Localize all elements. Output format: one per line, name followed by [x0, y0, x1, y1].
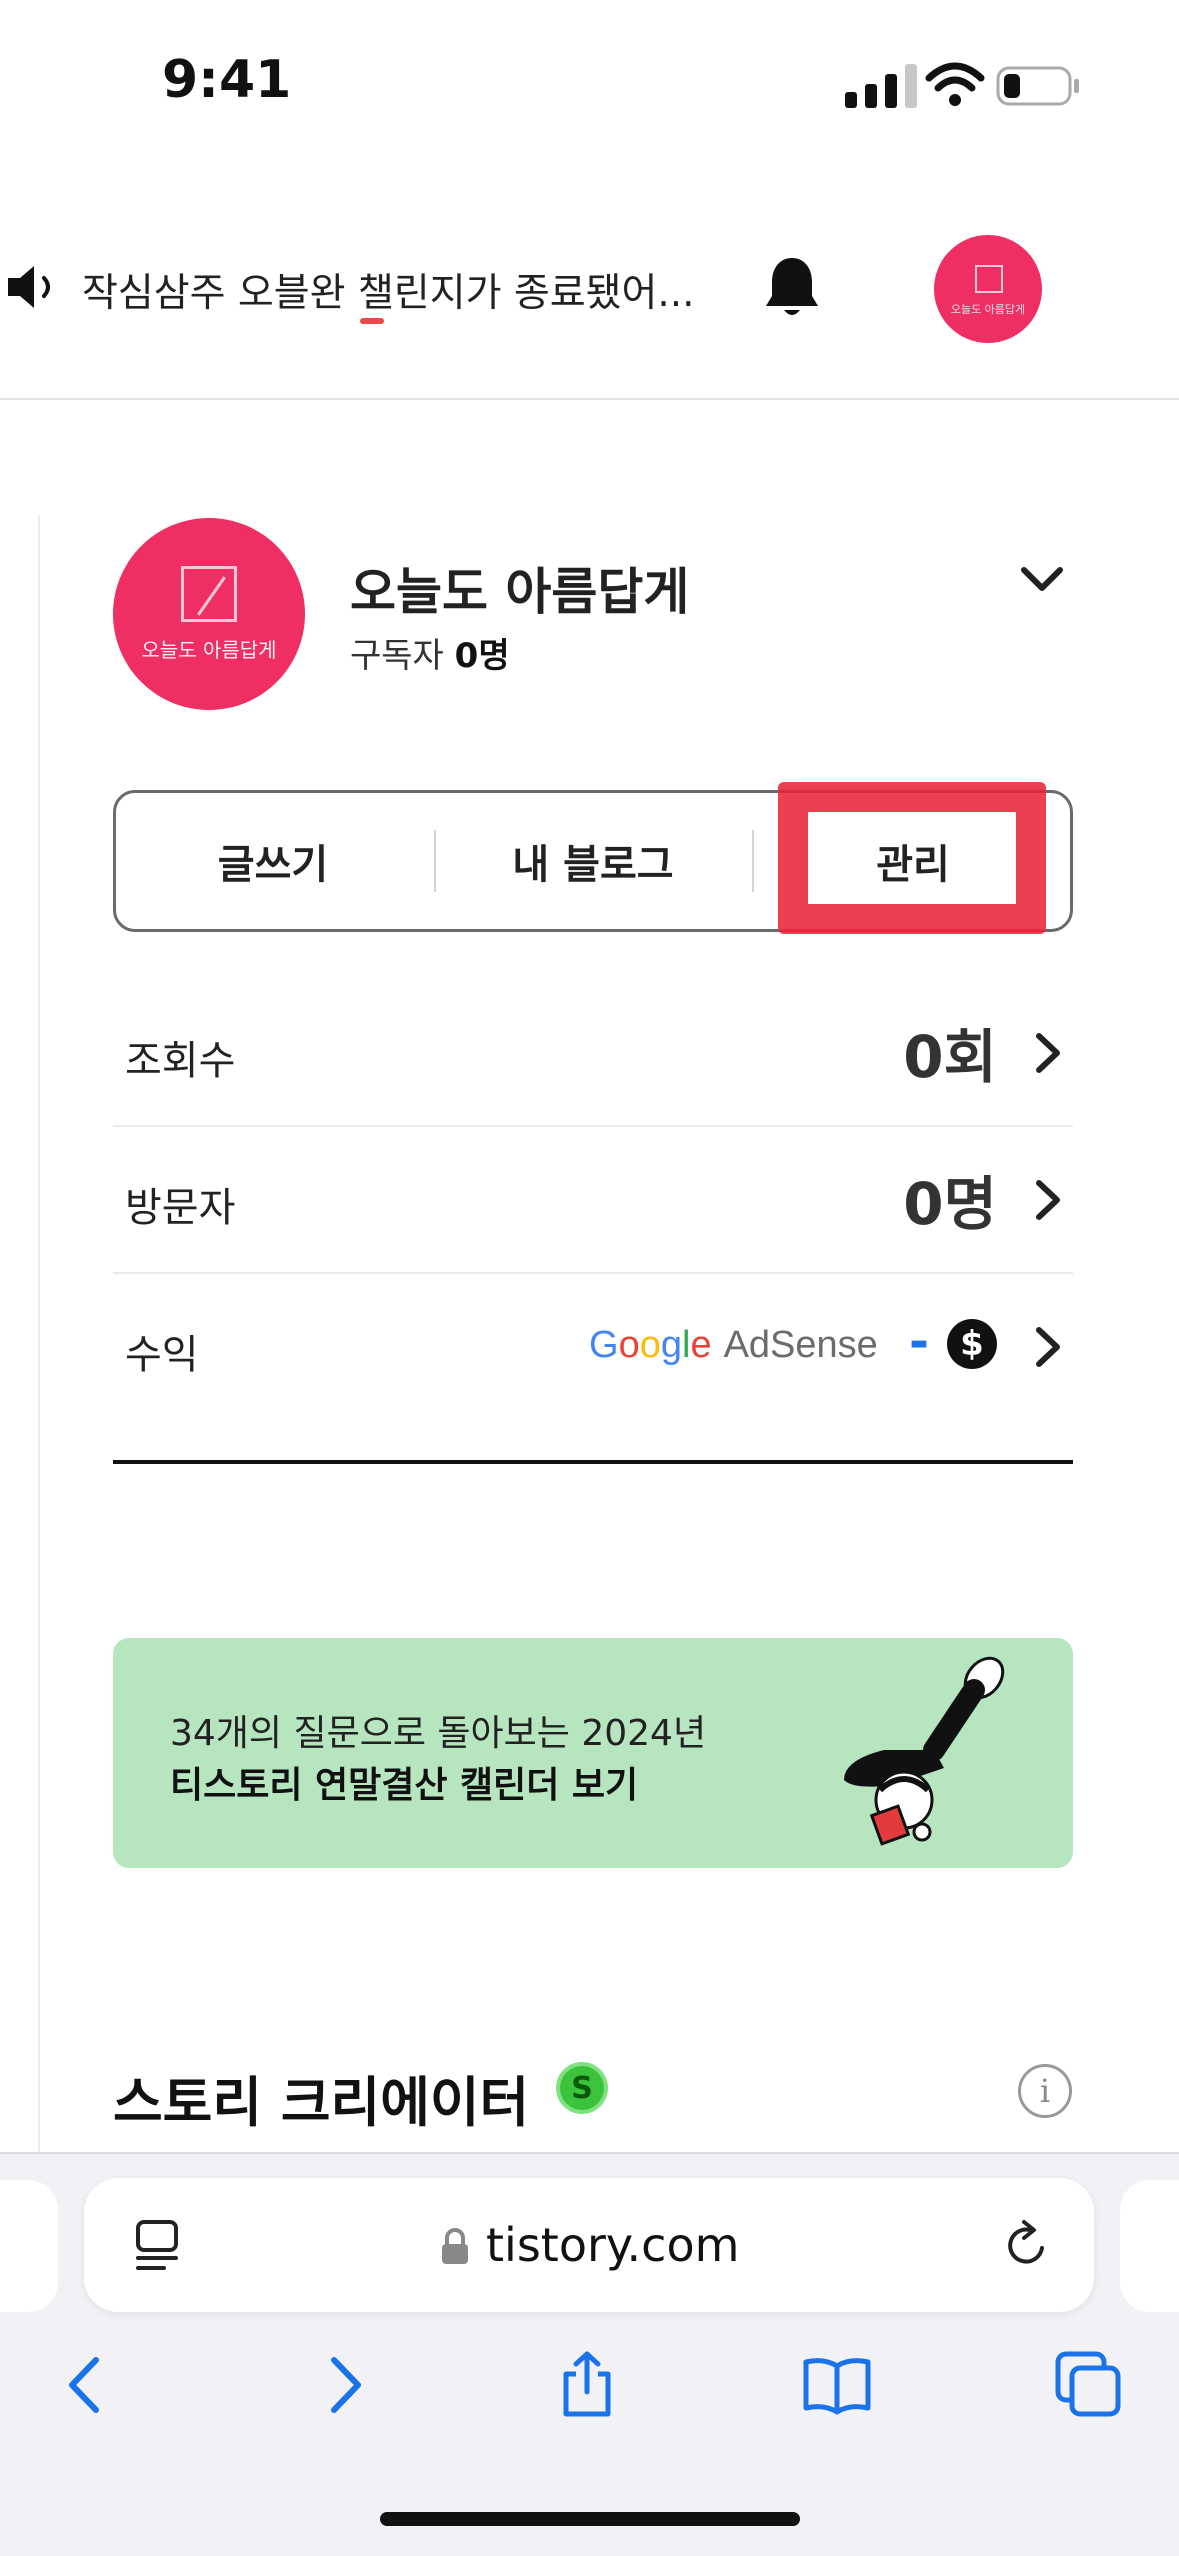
my-blog-button[interactable]: 내 블로그	[433, 790, 753, 932]
chevron-right-icon	[1036, 1180, 1060, 1220]
battery-icon	[996, 66, 1079, 106]
wifi-icon	[925, 62, 985, 106]
blog-name[interactable]: 오늘도 아름답게	[350, 552, 689, 624]
revenue-label: 수익	[125, 1332, 199, 1378]
views-value: 0회	[903, 1023, 997, 1091]
info-icon[interactable]: i	[1018, 2064, 1072, 2118]
write-button[interactable]: 글쓰기	[113, 790, 433, 932]
visitors-value: 0명	[903, 1170, 997, 1238]
cellular-signal-icon	[845, 64, 917, 108]
visitors-label: 방문자	[125, 1185, 236, 1231]
page-menu-icon[interactable]	[134, 2218, 184, 2272]
manage-button[interactable]: 관리	[753, 790, 1073, 932]
character-illustration	[844, 1656, 1005, 1846]
profile-avatar-button[interactable]: 오늘도 아름답게	[934, 235, 1042, 343]
back-icon[interactable]	[52, 2350, 122, 2420]
status-time: 9:41	[162, 50, 292, 110]
previous-tab-preview[interactable]	[0, 2180, 58, 2312]
story-creator-badge-icon: S	[556, 2062, 608, 2114]
notice-decoration	[360, 318, 384, 324]
subscriber-label: 구독자	[350, 636, 444, 676]
avatar-label: 오늘도 아름답게	[950, 303, 1026, 316]
chevron-right-icon	[1036, 1327, 1060, 1367]
forward-icon[interactable]	[308, 2350, 378, 2420]
tabs-icon[interactable]	[1054, 2350, 1124, 2420]
banner-subtitle: 34개의 질문으로 돌아보는 2024년	[170, 1713, 707, 1754]
section-divider	[113, 1460, 1073, 1464]
blog-logo-icon	[975, 265, 1003, 293]
banner-title: 티스토리 연말결산 캘린더 보기	[170, 1765, 639, 1806]
content-border	[38, 515, 40, 2155]
story-creator-title: 스토리 크리에이터	[113, 2071, 530, 2134]
google-adsense-logo: Google AdSense	[589, 1324, 878, 1367]
chevron-right-icon	[1036, 1033, 1060, 1073]
notice-text[interactable]: 작심삼주 오블완 챌린지가 종료됐어...	[82, 262, 695, 318]
revenue-row[interactable]: 수익 Google AdSense - $	[113, 1274, 1073, 1420]
subscriber-info: 구독자 0명	[350, 628, 510, 677]
url-text[interactable]: tistory.com	[486, 2218, 739, 2272]
adsense-wordmark: AdSense	[723, 1324, 878, 1366]
share-icon[interactable]	[552, 2350, 622, 2420]
revenue-value: -	[909, 1314, 929, 1370]
header-divider	[0, 398, 1179, 400]
blog-avatar-label: 오늘도 아름답게	[141, 638, 277, 662]
visitors-row[interactable]: 방문자 0명	[113, 1127, 1073, 1273]
next-tab-preview[interactable]	[1120, 2180, 1179, 2312]
bookmarks-icon[interactable]	[802, 2350, 872, 2420]
dollar-icon: $	[947, 1319, 997, 1369]
home-indicator[interactable]	[380, 2512, 800, 2526]
chevron-down-icon[interactable]	[1018, 562, 1066, 596]
google-wordmark: Google	[589, 1324, 712, 1366]
lock-icon	[442, 2228, 468, 2264]
views-row[interactable]: 조회수 0회	[113, 980, 1073, 1126]
subscriber-count: 0명	[454, 636, 510, 676]
speaker-icon	[8, 266, 50, 308]
views-label: 조회수	[125, 1038, 236, 1084]
bell-icon[interactable]	[764, 254, 820, 320]
blog-logo-icon	[181, 566, 237, 622]
reload-icon[interactable]	[1002, 2218, 1052, 2272]
blog-avatar[interactable]: 오늘도 아름답게	[113, 518, 305, 710]
